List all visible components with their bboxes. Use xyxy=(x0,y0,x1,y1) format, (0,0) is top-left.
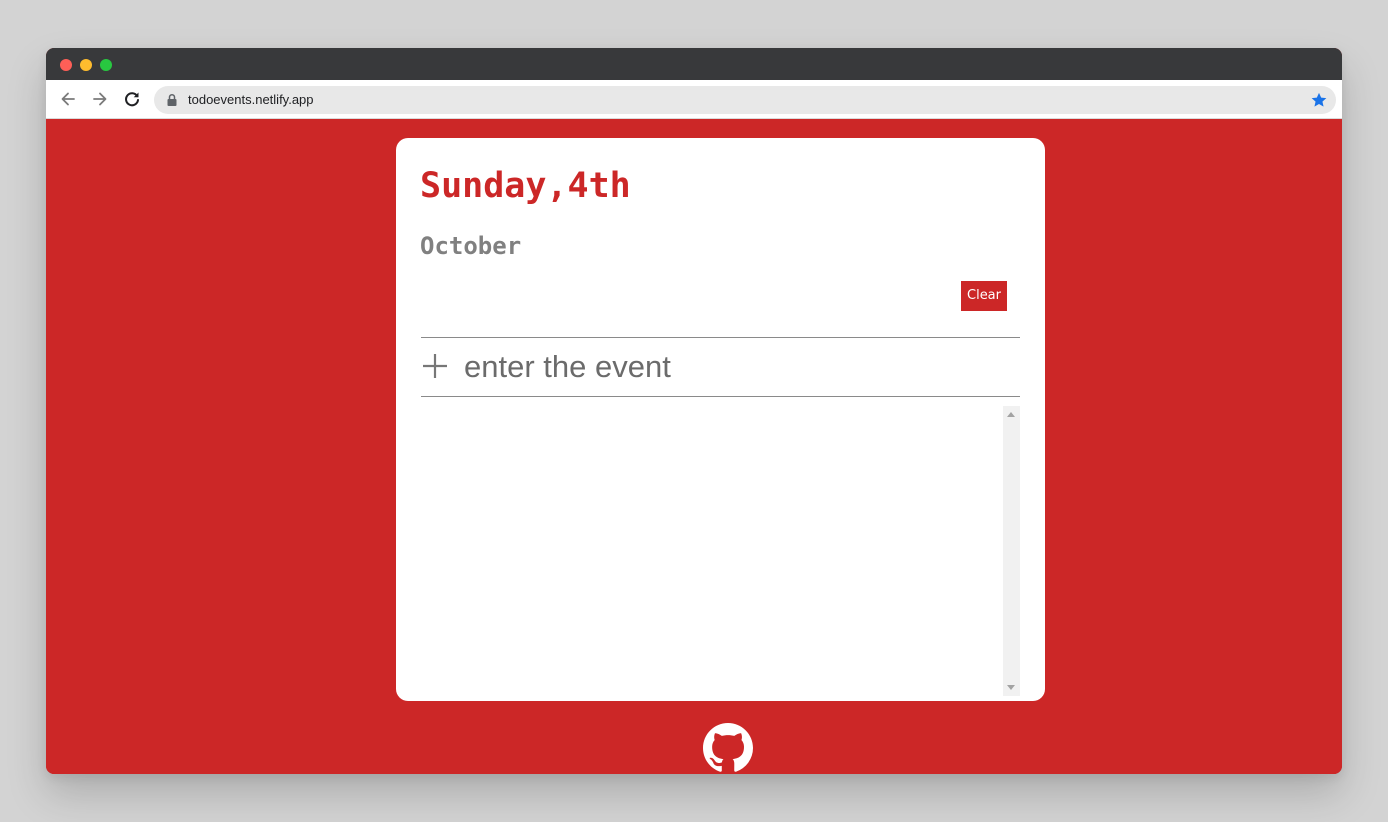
address-bar[interactable]: todoevents.netlify.app xyxy=(154,86,1336,114)
month-label: October xyxy=(420,232,522,260)
scroll-down-arrow-icon[interactable] xyxy=(1007,685,1015,690)
title-bar xyxy=(46,48,1342,80)
plus-icon[interactable] xyxy=(422,353,448,379)
event-list-scrollbar[interactable] xyxy=(1003,406,1020,696)
reload-icon[interactable] xyxy=(122,89,142,109)
close-window-button[interactable] xyxy=(60,59,72,71)
todo-card: Sunday,4th October Clear xyxy=(396,138,1045,701)
page-content: Sunday,4th October Clear xyxy=(46,119,1342,774)
browser-toolbar: todoevents.netlify.app xyxy=(46,80,1342,119)
event-list xyxy=(421,406,1003,696)
day-title: Sunday,4th xyxy=(420,166,631,206)
maximize-window-button[interactable] xyxy=(100,59,112,71)
event-input[interactable] xyxy=(464,344,1004,390)
back-arrow-icon[interactable] xyxy=(58,89,78,109)
github-icon[interactable] xyxy=(703,723,753,773)
url-text: todoevents.netlify.app xyxy=(188,92,314,107)
minimize-window-button[interactable] xyxy=(80,59,92,71)
clear-button[interactable]: Clear xyxy=(961,281,1007,311)
scroll-up-arrow-icon[interactable] xyxy=(1007,412,1015,417)
bookmark-star-icon[interactable] xyxy=(1310,91,1328,109)
browser-window: todoevents.netlify.app Sunday,4th Octobe… xyxy=(46,48,1342,774)
divider xyxy=(421,337,1020,338)
divider xyxy=(421,396,1020,397)
lock-icon xyxy=(166,93,178,107)
forward-arrow-icon[interactable] xyxy=(90,89,110,109)
